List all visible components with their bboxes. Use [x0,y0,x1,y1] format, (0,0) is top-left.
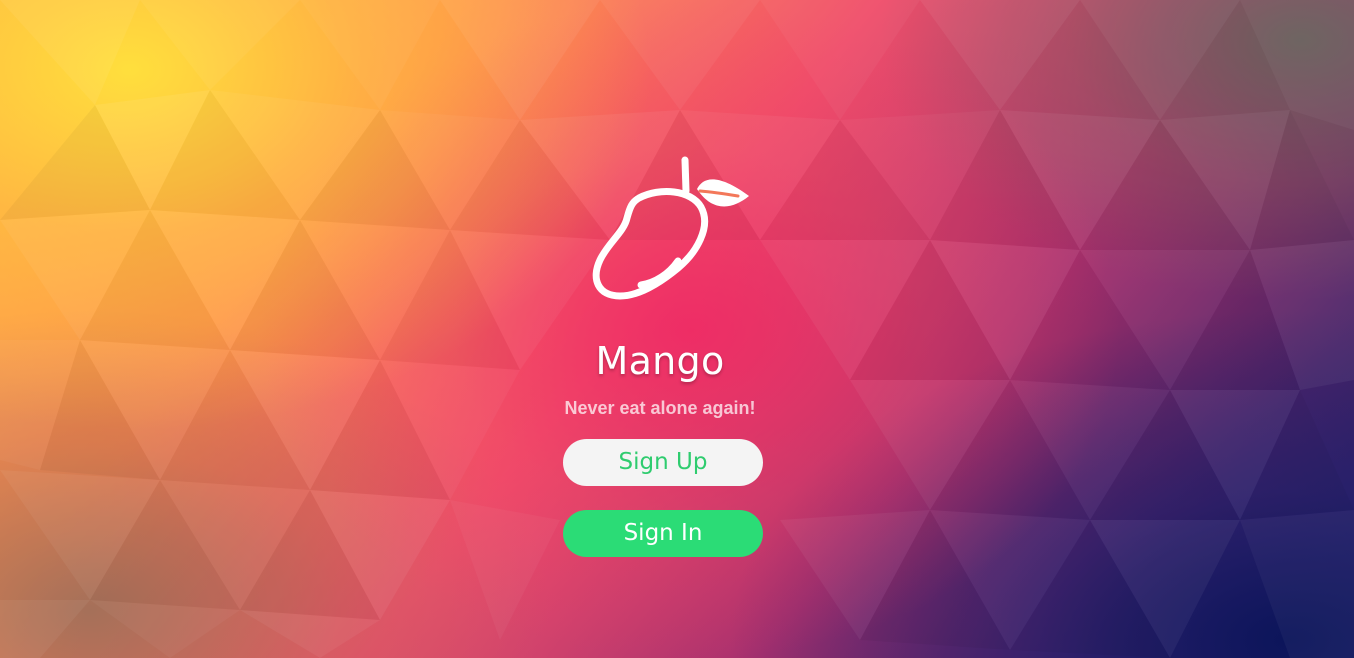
mango-icon [588,154,754,302]
sign-up-button[interactable]: Sign Up [563,439,763,486]
landing-content: Mango Never eat alone again! Sign Up Sig… [0,0,1354,658]
app-title: Mango [595,339,725,383]
app-tagline: Never eat alone again! [564,398,756,418]
sign-in-button[interactable]: Sign In [563,510,763,557]
